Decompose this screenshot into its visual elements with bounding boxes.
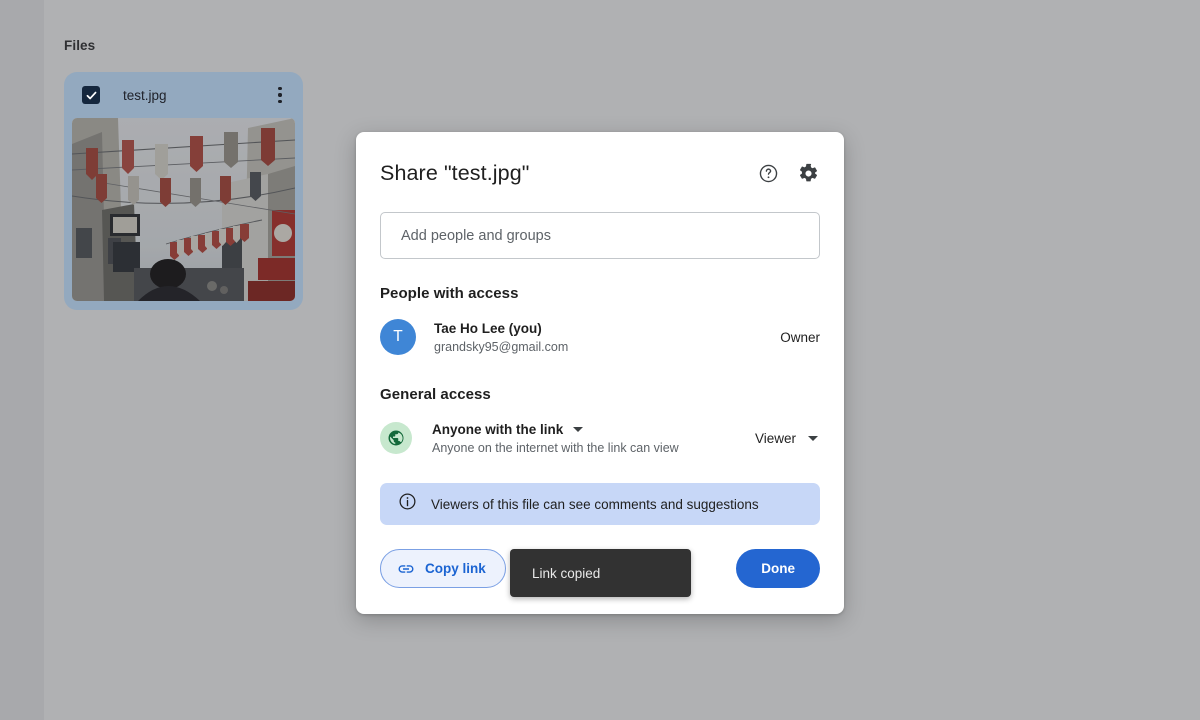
info-circle-icon: [398, 492, 417, 516]
share-input-wrapper[interactable]: [380, 212, 820, 259]
general-access-details: Anyone with the link Anyone on the inter…: [432, 421, 755, 456]
info-banner-text: Viewers of this file can see comments an…: [431, 496, 759, 512]
general-access-heading: General access: [380, 386, 491, 403]
person-details: Tae Ho Lee (you) grandsky95@gmail.com: [434, 320, 780, 355]
more-vertical-icon[interactable]: [269, 83, 291, 107]
general-access-selector[interactable]: Anyone with the link: [432, 421, 755, 438]
general-access-row: Anyone with the link Anyone on the inter…: [356, 418, 844, 458]
person-email: grandsky95@gmail.com: [434, 339, 569, 354]
left-rail: [0, 0, 44, 720]
share-dialog: Share "test.jpg" People with access T Ta…: [356, 132, 844, 614]
toast-message: Link copied: [532, 565, 601, 581]
copy-link-button[interactable]: Copy link: [380, 549, 506, 588]
file-card[interactable]: test.jpg: [64, 72, 303, 310]
person-row: T Tae Ho Lee (you) grandsky95@gmail.com …: [356, 317, 844, 357]
dialog-title: Share "test.jpg": [380, 160, 530, 185]
general-access-subtitle: Anyone on the internet with the link can…: [432, 440, 679, 455]
add-people-input[interactable]: [401, 227, 799, 244]
dialog-header: Share "test.jpg": [356, 156, 844, 190]
link-icon: [397, 560, 415, 578]
file-card-header: test.jpg: [64, 72, 303, 118]
avatar: T: [380, 319, 416, 355]
toast-notification: Link copied: [510, 549, 691, 597]
copy-link-label: Copy link: [425, 561, 486, 576]
person-role-label: Owner: [780, 329, 820, 345]
general-access-title: Anyone with the link: [432, 421, 564, 437]
people-with-access-heading: People with access: [380, 285, 519, 302]
thumbnail-image: [72, 118, 295, 301]
done-button[interactable]: Done: [736, 549, 820, 588]
checkbox-checked-icon[interactable]: [82, 86, 100, 104]
chevron-down-icon[interactable]: [573, 426, 584, 432]
help-circle-icon[interactable]: [756, 161, 780, 185]
files-heading: Files: [64, 38, 96, 53]
chevron-down-icon[interactable]: [808, 435, 818, 441]
role-label: Viewer: [754, 430, 796, 446]
dialog-header-actions: [756, 161, 820, 185]
globe-icon: [380, 422, 412, 454]
role-dropdown[interactable]: Viewer: [755, 431, 820, 446]
info-banner: Viewers of this file can see comments an…: [380, 483, 820, 525]
gear-icon[interactable]: [796, 161, 820, 185]
file-name-label: test.jpg: [123, 87, 167, 103]
person-name: Tae Ho Lee (you): [434, 320, 542, 336]
file-thumbnail[interactable]: [72, 118, 295, 301]
files-section: Files: [64, 38, 95, 53]
